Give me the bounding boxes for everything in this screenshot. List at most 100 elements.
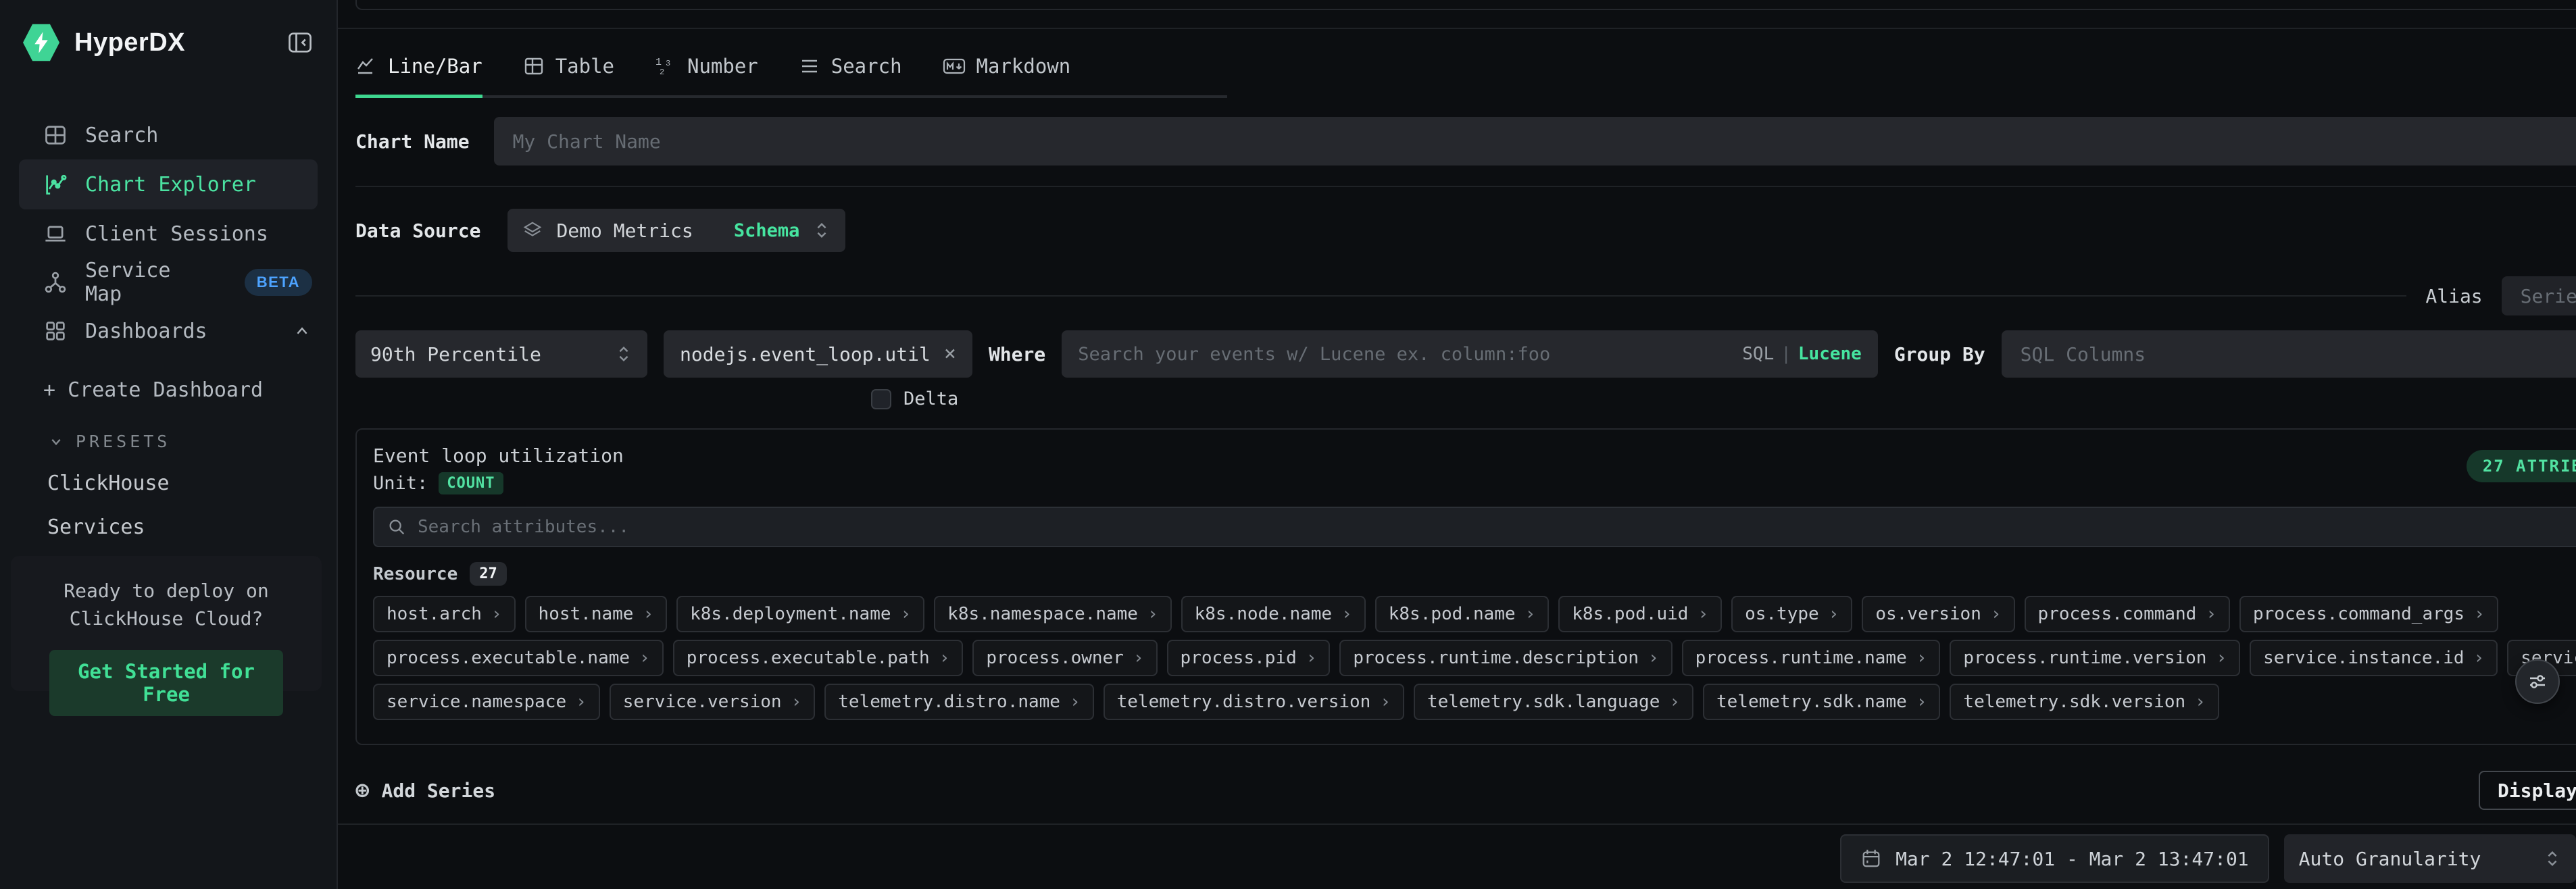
attribute-chip[interactable]: telemetry.sdk.language›: [1414, 684, 1693, 720]
attribute-chip[interactable]: process.executable.path›: [673, 640, 964, 676]
where-search-input[interactable]: Search your events w/ Lucene ex. column:…: [1062, 330, 1878, 378]
divider: [355, 186, 2576, 187]
attribute-chip-label: service.instance.id: [2263, 648, 2464, 668]
attribute-chip[interactable]: process.runtime.version›: [1950, 640, 2240, 676]
attribute-chip[interactable]: host.arch›: [373, 596, 516, 632]
sidebar-item-chart-explorer[interactable]: Chart Explorer: [19, 159, 318, 209]
attribute-chip[interactable]: os.type›: [1731, 596, 1852, 632]
attribute-search-input[interactable]: [418, 517, 2576, 537]
unit-label: Unit:: [373, 473, 428, 494]
attribute-chip[interactable]: process.runtime.description›: [1339, 640, 1672, 676]
chevron-up-icon[interactable]: [292, 321, 312, 341]
attribute-chip[interactable]: telemetry.sdk.name›: [1703, 684, 1940, 720]
attribute-chip[interactable]: k8s.pod.uid›: [1558, 596, 1722, 632]
presets-header[interactable]: PRESETS: [0, 432, 337, 451]
chevron-right-icon: ›: [576, 692, 587, 712]
plus-circle-icon: ⊕: [355, 779, 369, 802]
chevron-right-icon: ›: [1916, 692, 1927, 712]
sidebar-item-service-map[interactable]: Service Map BETA: [0, 258, 337, 307]
granularity-value: Auto Granularity: [2299, 848, 2481, 870]
time-range-picker[interactable]: Mar 2 12:47:01 - Mar 2 13:47:01: [1840, 834, 2269, 883]
sidebar-nav: Search Chart Explorer Client Sessions Se…: [0, 111, 337, 355]
chart-name-input[interactable]: [494, 117, 2576, 166]
attribute-chip-label: service.namespace: [387, 692, 566, 712]
preset-services[interactable]: Services: [0, 515, 337, 539]
attribute-chip[interactable]: service.namespace ›: [373, 684, 600, 720]
metric-tag[interactable]: nodejs.event_loop.util ×: [664, 330, 972, 378]
chevron-right-icon: ›: [939, 648, 950, 668]
attribute-chip[interactable]: process.owner›: [972, 640, 1157, 676]
attribute-chip-label: process.runtime.name: [1695, 648, 1907, 668]
tab-number[interactable]: 123 Number: [655, 55, 758, 78]
close-icon[interactable]: ×: [944, 344, 956, 364]
tab-markdown[interactable]: Markdown: [943, 55, 1071, 78]
chevron-right-icon: ›: [1341, 604, 1352, 624]
alias-row: Alias: [355, 276, 2576, 315]
chevron-right-icon: ›: [2474, 604, 2485, 624]
series-editor-row: 90th Percentile nodejs.event_loop.util ×…: [355, 330, 2576, 378]
granularity-select[interactable]: Auto Granularity: [2284, 834, 2576, 883]
schema-link[interactable]: Schema: [734, 220, 800, 241]
chart-type-tabs: Line/Bar Table 123 Number Search: [355, 29, 1227, 98]
sidebar-collapse-icon[interactable]: [287, 29, 314, 56]
add-series-button[interactable]: ⊕ Add Series: [355, 779, 495, 802]
chevron-updown-icon: [615, 344, 633, 364]
floating-settings-button[interactable]: [2515, 659, 2560, 704]
tab-table[interactable]: Table: [523, 55, 614, 78]
attribute-chips: host.arch›host.name›k8s.deployment.name›…: [373, 596, 2576, 720]
attribute-chip[interactable]: telemetry.distro.version›: [1104, 684, 1404, 720]
alias-input[interactable]: [2502, 276, 2576, 315]
attributes-count-badge: 27 ATTRIBUTES: [2467, 450, 2576, 482]
chevron-right-icon: ›: [1306, 648, 1317, 668]
get-started-button[interactable]: Get Started for Free: [49, 650, 283, 716]
chevron-right-icon: ›: [1133, 648, 1144, 668]
preset-clickhouse[interactable]: ClickHouse: [0, 472, 337, 495]
query-language-toggle[interactable]: SQL|Lucene: [1742, 344, 1862, 364]
attribute-chip[interactable]: k8s.deployment.name ›: [676, 596, 924, 632]
attribute-chip[interactable]: host.name›: [525, 596, 668, 632]
main-content: Line/Bar Table 123 Number Search: [338, 0, 2576, 889]
attribute-chip[interactable]: service.version›: [610, 684, 815, 720]
attribute-chip[interactable]: telemetry.sdk.version›: [1950, 684, 2219, 720]
attribute-chip[interactable]: k8s.namespace.name›: [934, 596, 1171, 632]
create-dashboard-button[interactable]: + Create Dashboard: [0, 378, 337, 402]
chip-row: service.namespace›service.version›teleme…: [373, 684, 2576, 720]
data-source-value: Demo Metrics: [556, 220, 693, 242]
aggregation-select[interactable]: 90th Percentile: [355, 330, 647, 378]
group-count-badge: 27: [470, 562, 507, 586]
data-source-select[interactable]: Demo Metrics Schema: [507, 209, 845, 252]
attribute-chip[interactable]: process.command_args›: [2239, 596, 2498, 632]
sidebar-item-label: Dashboards: [85, 320, 207, 343]
attribute-chip[interactable]: process.executable.name›: [373, 640, 664, 676]
group-by-input[interactable]: [2002, 330, 2576, 378]
attribute-chip[interactable]: service.instance.id›: [2250, 640, 2498, 676]
attribute-chip[interactable]: process.pid›: [1167, 640, 1331, 676]
attribute-chip[interactable]: k8s.node.name›: [1181, 596, 1366, 632]
attribute-chip-label: host.arch: [387, 604, 482, 624]
attribute-chip[interactable]: process.command›: [2025, 596, 2230, 632]
attribute-chip-label: telemetry.distro.name: [838, 692, 1060, 712]
tab-line-bar[interactable]: Line/Bar: [355, 55, 482, 78]
layers-icon: [522, 220, 543, 240]
brand-name: HyperDX: [74, 28, 185, 57]
delta-checkbox[interactable]: [871, 389, 891, 409]
attribute-chip[interactable]: os.version›: [1862, 596, 2014, 632]
calendar-icon: [1860, 848, 1882, 869]
sidebar-item-client-sessions[interactable]: Client Sessions: [0, 209, 337, 258]
chevron-right-icon: ›: [901, 604, 912, 624]
display-settings-button[interactable]: Display Settings: [2479, 771, 2576, 810]
attribute-chip-label: process.runtime.description: [1353, 648, 1639, 668]
tab-search[interactable]: Search: [799, 55, 902, 78]
panel-header: Event loop utilization Unit: COUNT 27 AT…: [373, 444, 2576, 494]
attribute-chip[interactable]: telemetry.distro.name›: [824, 684, 1093, 720]
attribute-chip[interactable]: k8s.pod.name›: [1375, 596, 1550, 632]
chevron-right-icon: ›: [1916, 648, 1927, 668]
line-chart-icon: [355, 55, 377, 77]
attribute-chip-label: process.executable.name: [387, 648, 630, 668]
sidebar-item-search[interactable]: Search: [0, 111, 337, 159]
attribute-chip-label: k8s.deployment.name: [690, 604, 891, 624]
magnifier-icon: [387, 517, 407, 537]
sliders-icon: [2526, 670, 2549, 693]
attribute-chip[interactable]: process.runtime.name ›: [1682, 640, 1941, 676]
sidebar-item-dashboards[interactable]: Dashboards: [0, 307, 337, 355]
